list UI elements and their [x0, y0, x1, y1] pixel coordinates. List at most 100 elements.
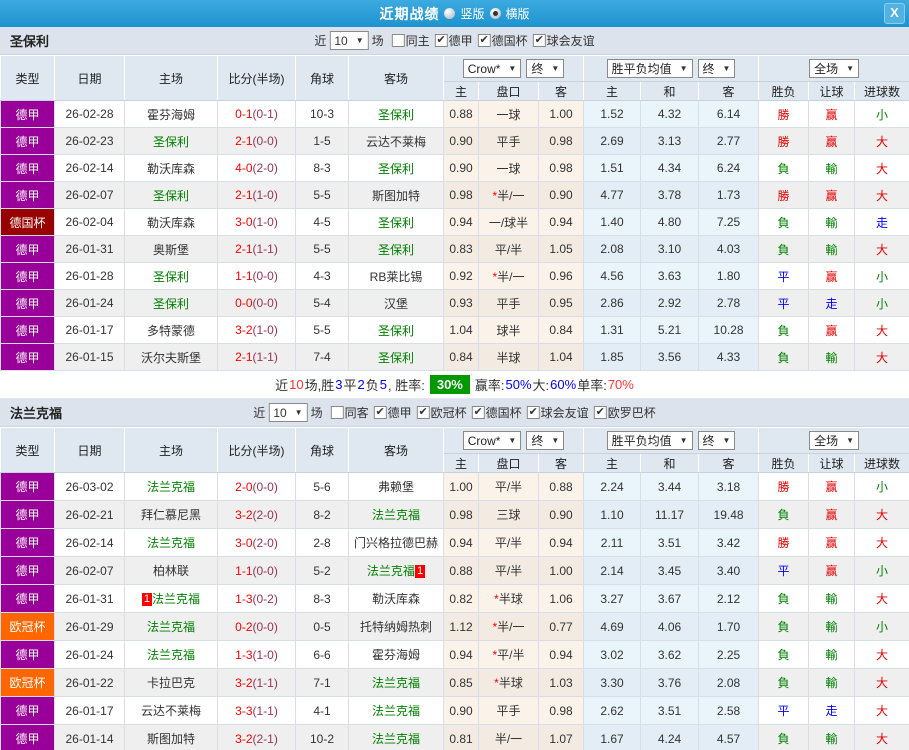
halftime-score: (1-1): [252, 675, 278, 690]
score-cell: 0-0(0-0): [217, 289, 296, 317]
result-goals: 小: [854, 556, 909, 585]
handicap-away-odds: 1.04: [537, 343, 585, 371]
team-label: 云达不莱梅: [365, 134, 426, 149]
corner-cell: 4-1: [295, 696, 349, 725]
handicap-away-odds: 0.95: [537, 289, 585, 317]
red-card-badge: 1: [414, 565, 426, 579]
result-wdl: 負: [758, 612, 810, 641]
handicap-line-text: 平/半: [497, 648, 525, 662]
league-type-cell: 德甲: [0, 640, 55, 669]
handicap-line: *半/一: [478, 181, 539, 209]
column-header: 比分(半场): [217, 427, 296, 473]
avg-away-odds: 4.33: [698, 343, 760, 371]
column-header: 胜负: [758, 81, 810, 101]
result-wdl: 負: [758, 640, 810, 669]
handicap-line: *半球: [478, 584, 539, 613]
score-cell: 1-3(0-2): [217, 584, 296, 613]
handicap-line: 一/球半: [478, 208, 539, 236]
league-type-cell: 德甲: [0, 316, 55, 344]
handicap-away-odds: 0.94: [537, 208, 585, 236]
same-venue-checkbox[interactable]: [330, 406, 344, 419]
date-cell: 26-01-31: [54, 235, 125, 263]
score-cell: 1-1(0-0): [217, 262, 296, 290]
summary-bar: 近 10 场,胜 3 平 2 负 5, 胜率: 30% 赢率: 50% 大: 60% 单率: 70%: [0, 371, 909, 399]
result-handicap: 輸: [808, 208, 856, 236]
avg-stage-select-value: 终: [702, 434, 715, 448]
team-label: 柏林联: [152, 564, 189, 578]
odds-source-select[interactable]: Crow* ▼: [462, 431, 522, 450]
home-team-cell: 圣保利: [124, 262, 218, 290]
odds-source-select[interactable]: Crow* ▼: [462, 59, 522, 78]
handicap-line: 半球: [478, 343, 539, 371]
league-球会友谊-checkbox[interactable]: ✔: [532, 34, 546, 47]
summary-text: , 胜率:: [388, 378, 425, 393]
league-德甲-checkbox[interactable]: ✔: [434, 34, 448, 47]
match-count-select[interactable]: 10 ▼: [268, 403, 308, 422]
handicap-home-odds: 0.98: [443, 181, 479, 209]
radio-horizontal[interactable]: [489, 8, 501, 19]
league-type-cell: 德甲: [0, 472, 55, 501]
league-德甲-checkbox[interactable]: ✔: [373, 406, 387, 419]
odds-stage-select[interactable]: 终 ▼: [526, 59, 565, 78]
corner-cell: 8-2: [295, 500, 349, 529]
table-row: 德甲 26-01-17 多特蒙德 3-2(1-0) 5-5 圣保利 1.04 球半 0.84 1.…: [0, 316, 909, 344]
league-欧罗巴杯-checkbox[interactable]: ✔: [593, 406, 607, 419]
away-team-cell: 法兰克福: [348, 696, 444, 725]
handicap-line: *半/一: [478, 612, 539, 641]
chevron-down-icon: ▼: [679, 436, 688, 445]
score-cell: 1-1(0-0): [217, 556, 296, 585]
date-cell: 26-02-14: [54, 528, 125, 557]
near-label: 近: [253, 406, 266, 420]
date-cell: 26-01-24: [54, 640, 125, 669]
summary-text: 3: [335, 377, 343, 392]
avg-odds-select[interactable]: 胜平负均值 ▼: [606, 431, 693, 450]
league-德国杯-checkbox[interactable]: ✔: [471, 406, 485, 419]
result-goals: 大: [854, 724, 909, 750]
league-type-cell: 德甲: [0, 289, 55, 317]
avg-odds-select[interactable]: 胜平负均值 ▼: [606, 59, 693, 78]
handicap-line: 平手: [478, 127, 539, 155]
team-label: 圣保利: [152, 296, 189, 311]
league-type-cell: 欧冠杯: [0, 612, 55, 641]
avg-away-odds: 1.80: [698, 262, 760, 290]
home-team-cell: 圣保利: [124, 181, 218, 209]
result-wdl: 負: [758, 235, 810, 263]
league-球会友谊-checkbox[interactable]: ✔: [526, 406, 540, 419]
table-row: 德甲 26-02-14 勒沃库森 4-0(2-0) 8-3 圣保利 0.90 一球 0.98 1.…: [0, 154, 909, 182]
league-欧冠杯-checkbox[interactable]: ✔: [416, 406, 430, 419]
avg-draw-odds: 3.45: [640, 556, 700, 585]
match-count-select[interactable]: 10 ▼: [329, 31, 369, 50]
odds-source-select-value: Crow*: [467, 433, 501, 448]
handicap-away-odds: 0.94: [537, 528, 585, 557]
halftime-score: (1-1): [252, 703, 278, 718]
avg-away-odds: 19.48: [698, 500, 760, 529]
handicap-line-text: 半球: [498, 676, 523, 690]
handicap-away-odds: 1.00: [537, 100, 585, 128]
avg-odds-header: 胜平负均值 ▼ 终 ▼: [583, 427, 760, 454]
scope-select[interactable]: 全场 ▼: [809, 431, 860, 450]
score-cell: 3-2(2-1): [217, 724, 296, 750]
column-header: 客: [537, 81, 585, 101]
odds-stage-select[interactable]: 终 ▼: [526, 431, 565, 450]
avg-stage-select[interactable]: 终 ▼: [697, 431, 736, 450]
league-filter-group: 同客 ✔ 德甲 ✔ 欧冠杯 ✔ 德国杯 ✔ 球会友谊 ✔ 欧罗巴杯: [326, 404, 656, 421]
column-header: 主: [443, 453, 479, 473]
result-handicap: 走: [808, 289, 856, 317]
corner-cell: 10-2: [295, 724, 349, 750]
league-德国杯-checkbox[interactable]: ✔: [477, 34, 491, 47]
result-goals: 大: [854, 668, 909, 697]
league-球会友谊-label: 球会友谊: [546, 34, 595, 48]
fulltime-score: 3-0: [235, 535, 253, 550]
scope-select[interactable]: 全场 ▼: [809, 59, 860, 78]
handicap-line: 三球: [478, 500, 539, 529]
team-label: 法兰克福: [146, 480, 195, 494]
halftime-score: (0-0): [252, 479, 278, 494]
handicap-line-text: 球半: [496, 323, 521, 338]
same-venue-checkbox[interactable]: [391, 34, 405, 47]
chevron-down-icon: ▼: [508, 64, 517, 73]
radio-vertical[interactable]: [444, 8, 456, 19]
avg-stage-select[interactable]: 终 ▼: [697, 59, 736, 78]
column-header: 客场: [348, 55, 444, 101]
handicap-away-odds: 0.90: [537, 500, 585, 529]
close-button[interactable]: X: [884, 3, 905, 24]
